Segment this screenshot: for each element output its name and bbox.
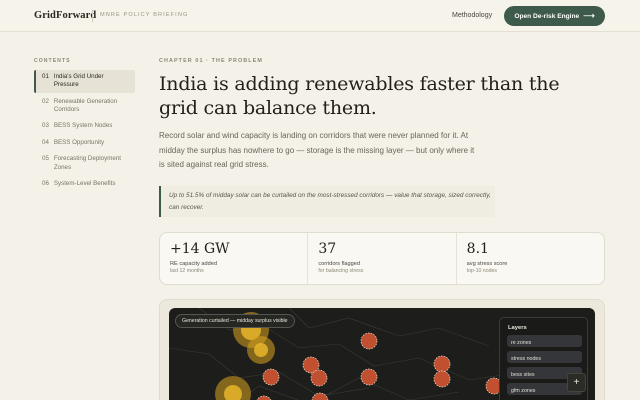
curtailment-bubble [254, 343, 268, 357]
stat-label: corridors flagged [318, 261, 360, 267]
page-title: India is adding renewables faster than t… [159, 73, 560, 119]
toc-item-label: India's Grid Under Pressure [53, 73, 104, 89]
toc-item-label: Renewable Generation Corridors [53, 97, 118, 114]
pull-quote: Up to 51.5% of midday solar can be curta… [159, 186, 495, 217]
lede-paragraph: Record solar and wind capacity is landin… [159, 131, 475, 169]
stat-sublabel: top-10 nodes [466, 268, 497, 274]
stat-corridors-flagged: 37 corridors flagged for balancing stres… [308, 233, 457, 284]
toc-item-generation-corridors[interactable]: 02 Renewable Generation Corridors [34, 95, 135, 118]
stats-card: +14 GW RE capacity added last 12 months … [159, 232, 605, 285]
layers-title: Layers [508, 325, 527, 331]
nav-methodology-link[interactable]: Methodology [452, 12, 492, 19]
chapter-label: CHAPTER 01 · THE PROBLEM [159, 58, 263, 64]
grid-map[interactable]: Generation curtailed — midday surplus vi… [169, 308, 595, 400]
stat-label: avg stress score [466, 261, 508, 267]
stat-value: 8.1 [466, 241, 489, 257]
stress-node [310, 369, 328, 387]
toc-item-grid-under-pressure[interactable]: 01 India's Grid Under Pressure [34, 70, 135, 93]
stat-value: 37 [318, 241, 337, 257]
stress-node [262, 368, 280, 386]
stress-node [256, 395, 272, 400]
top-bar: GridForward MNRE POLICY BRIEFING Methodo… [0, 0, 640, 32]
toc-item-number: 06 [42, 179, 49, 187]
toc-item-label: Forecasting Deployment Zones [53, 155, 121, 171]
toc-item-label: BESS System Nodes [53, 122, 113, 130]
toc-item-number: 01 [42, 73, 49, 80]
toc-item-label: System-Level Benefits [53, 179, 116, 187]
map-status-badge: Generation curtailed — midday surplus vi… [175, 314, 295, 328]
toc-heading: CONTENTS [34, 58, 71, 64]
open-engine-button[interactable]: Open De-risk Engine ⟶ [504, 6, 605, 26]
toc-item-number: 03 [42, 122, 49, 130]
stress-node [433, 355, 451, 373]
layer-toggle-re-zones[interactable]: re zones [507, 335, 582, 347]
toc-list: 01 India's Grid Under Pressure 02 Renewa… [34, 70, 135, 193]
stress-node [360, 368, 378, 386]
brand-subtitle: MNRE POLICY BRIEFING [100, 12, 189, 18]
toc-item-label: BESS Opportunity [53, 138, 105, 146]
stress-node [360, 332, 378, 350]
brand-logo[interactable]: GridForward [34, 10, 96, 21]
toc-item-bess-system-nodes[interactable]: 03 BESS System Nodes [34, 119, 135, 133]
stat-re-capacity: +14 GW RE capacity added last 12 months [160, 233, 309, 284]
stress-node [433, 370, 451, 388]
stat-value: +14 GW [170, 241, 230, 257]
arrow-right-icon: ⟶ [583, 11, 595, 20]
toc-item-number: 02 [42, 97, 49, 105]
layer-toggle-stress-nodes[interactable]: stress nodes [507, 351, 582, 363]
stat-sublabel: last 12 months [170, 268, 204, 274]
stress-nodes [256, 332, 503, 400]
toc-item-forecasting-zones[interactable]: 05 Forecasting Deployment Zones [34, 152, 135, 175]
toc-item-bess-opportunity[interactable]: 04 BESS Opportunity [34, 136, 135, 150]
zoom-in-button[interactable]: + [567, 373, 586, 392]
toc-item-number: 04 [42, 138, 49, 146]
stat-stress-score: 8.1 avg stress score top-10 nodes [457, 233, 604, 284]
toc-item-system-benefits[interactable]: 06 System-Level Benefits [34, 177, 135, 191]
stat-label: RE capacity added [170, 261, 217, 267]
toc-item-number: 05 [42, 155, 49, 163]
brand-divider [92, 10, 93, 22]
stat-sublabel: for balancing stress [318, 268, 364, 274]
stress-node [311, 392, 329, 400]
open-engine-label: Open De-risk Engine [514, 12, 580, 20]
